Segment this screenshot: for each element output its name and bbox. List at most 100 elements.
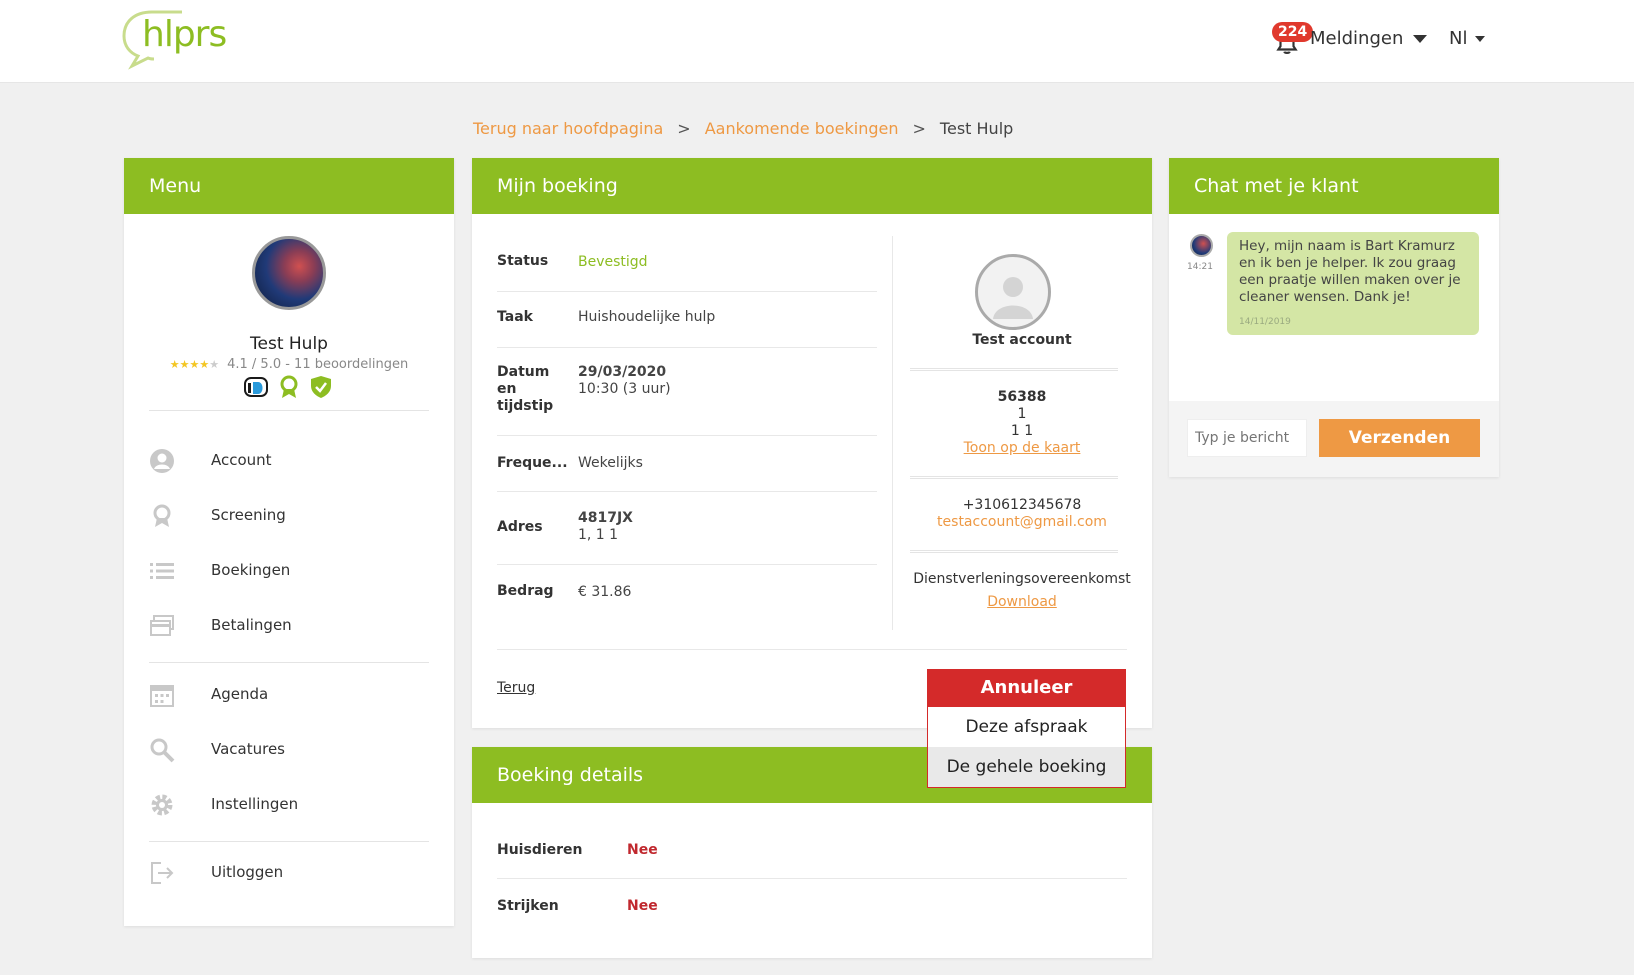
- search-icon: [150, 738, 175, 763]
- details-row-ironing: Strijken Nee: [497, 879, 1127, 935]
- customer-phone: +310612345678: [962, 497, 1082, 513]
- customer-email[interactable]: testaccount@gmail.com: [937, 514, 1107, 530]
- breadcrumb-upcoming-link[interactable]: Aankomende boekingen: [705, 119, 899, 138]
- rating-stars-icon: ★★★★★: [169, 358, 220, 371]
- ideal-id-icon: [244, 377, 268, 397]
- details-row-pets: Huisdieren Nee: [497, 823, 1127, 879]
- row-key: Huisdieren: [497, 842, 583, 858]
- chat-messages: 14:21 Hey, mijn naam is Bart Kramurz en …: [1169, 214, 1499, 401]
- booking-row-status: Status Bevestigd: [497, 236, 877, 292]
- award-badge-icon: [280, 375, 298, 398]
- rating-text: 4.1 / 5.0 - 11 beoordelingen: [227, 357, 409, 372]
- notification-count-badge: 224: [1272, 22, 1314, 42]
- map-link-wrap: Toon op de kaart: [912, 440, 1132, 456]
- map-link[interactable]: Toon op de kaart: [964, 440, 1081, 456]
- menu-card: Menu Test Hulp ★★★★★ 4.1 / 5.0 - 11 beoor…: [124, 158, 454, 926]
- chevron-down-icon: [1475, 36, 1486, 42]
- row-key: Freque...: [497, 455, 568, 471]
- award-icon: [153, 504, 171, 527]
- sidebar-item-agenda[interactable]: Agenda: [149, 680, 429, 710]
- logo[interactable]: hlprs: [122, 8, 232, 70]
- sidebar-item-vacatures[interactable]: Vacatures: [149, 735, 429, 765]
- credit-card-icon: [150, 615, 174, 636]
- sidebar-item-instellingen[interactable]: Instellingen: [149, 790, 429, 820]
- avatar: [1190, 234, 1213, 257]
- cancel-button[interactable]: Annuleer: [927, 669, 1126, 707]
- row-value: Huishoudelijke hulp: [578, 309, 716, 325]
- address-postcode: 4817JX: [578, 510, 633, 526]
- send-button[interactable]: Verzenden: [1319, 419, 1480, 457]
- row-key: Datum en tijdstip: [497, 364, 554, 414]
- gear-icon: [151, 794, 173, 816]
- booking-row-datetime: Datum en tijdstip 29/03/2020 10:30 (3 uu…: [497, 348, 877, 436]
- row-key: Bedrag: [497, 583, 554, 599]
- agreement-label: Dienstverleningsovereenkomst: [913, 571, 1131, 587]
- chat-compose: Verzenden: [1169, 401, 1499, 477]
- sidebar-item-uitloggen[interactable]: Uitloggen: [149, 858, 429, 888]
- language-selector[interactable]: Nl: [1449, 28, 1486, 49]
- booking-card: Mijn boeking Status Bevestigd Taak Huish…: [472, 158, 1152, 728]
- section-divider: [910, 476, 1118, 479]
- date-value: 29/03/2020: [578, 364, 667, 380]
- customer-address-line: 1 1: [1010, 423, 1034, 439]
- footer-divider: [497, 649, 1127, 650]
- shield-check-icon: [311, 376, 331, 398]
- sidebar-item-boekingen[interactable]: Boekingen: [149, 556, 429, 586]
- profile-rating: ★★★★★ 4.1 / 5.0 - 11 beoordelingen: [124, 357, 454, 372]
- breadcrumb-separator: >: [677, 119, 691, 138]
- chevron-down-icon: [1413, 35, 1428, 43]
- sidebar-item-account[interactable]: Account: [149, 446, 429, 476]
- chat-title: Chat met je klant: [1169, 158, 1499, 214]
- customer-address-line: 1: [1017, 406, 1027, 422]
- sidebar-item-screening[interactable]: Screening: [149, 501, 429, 531]
- breadcrumb: Terug naar hoofdpagina > Aankomende boekin…: [473, 119, 1013, 138]
- row-value: Nee: [627, 842, 658, 858]
- message-text: Hey, mijn naam is Bart Kramurz en ik ben…: [1239, 238, 1461, 305]
- row-key: Strijken: [497, 898, 559, 914]
- calendar-icon: [150, 685, 174, 707]
- sidebar-item-label: Betalingen: [211, 616, 292, 634]
- section-divider: [910, 550, 1118, 553]
- user-circle-icon: [150, 449, 174, 473]
- row-key: Status: [497, 253, 549, 269]
- avatar[interactable]: [252, 236, 326, 310]
- sidebar-item-label: Boekingen: [211, 561, 291, 579]
- row-key: Adres: [497, 519, 543, 535]
- cancel-entire-booking-option[interactable]: De gehele boeking: [928, 747, 1125, 787]
- booking-row-amount: Bedrag € 31.86: [497, 565, 877, 621]
- sidebar-item-label: Instellingen: [211, 795, 299, 813]
- menu-divider: [149, 662, 429, 663]
- time-value: 10:30 (3 uur): [578, 381, 671, 397]
- menu-divider: [149, 410, 429, 411]
- language-label: Nl: [1449, 28, 1468, 49]
- customer-avatar: [975, 254, 1051, 330]
- chat-card: Chat met je klant 14:21 Hey, mijn naam i…: [1169, 158, 1499, 477]
- sidebar-item-label: Screening: [211, 506, 286, 524]
- message-bubble: Hey, mijn naam is Bart Kramurz en ik ben…: [1227, 232, 1479, 335]
- logout-icon: [151, 862, 174, 884]
- sidebar-item-label: Agenda: [211, 685, 269, 703]
- menu-title: Menu: [124, 158, 454, 214]
- breadcrumb-separator: >: [912, 119, 926, 138]
- sidebar-item-label: Account: [211, 451, 272, 469]
- customer-postcode: 56388: [997, 389, 1047, 405]
- menu-divider: [149, 841, 429, 842]
- download-wrap: Download: [912, 594, 1132, 610]
- top-bar: hlprs 224 Meldingen Nl: [0, 0, 1634, 83]
- customer-name: Test account: [972, 332, 1072, 348]
- cancel-this-appointment-option[interactable]: Deze afspraak: [928, 707, 1125, 747]
- cancel-dropdown: Deze afspraak De gehele boeking: [927, 707, 1126, 788]
- row-value: Nee: [627, 898, 658, 914]
- chat-message-input[interactable]: [1187, 419, 1307, 457]
- row-key: Taak: [497, 309, 533, 325]
- notifications-label: Meldingen: [1310, 28, 1428, 49]
- back-link[interactable]: Terug: [497, 680, 535, 696]
- download-link[interactable]: Download: [987, 594, 1057, 610]
- booking-row-address: Adres 4817JX 1, 1 1: [497, 492, 877, 565]
- sidebar-item-label: Uitloggen: [211, 863, 284, 881]
- breadcrumb-home-link[interactable]: Terug naar hoofdpagina: [473, 119, 663, 138]
- profile-badges: [244, 374, 344, 400]
- user-placeholder-icon: [993, 277, 1033, 319]
- sidebar-item-label: Vacatures: [211, 740, 285, 758]
- sidebar-item-betalingen[interactable]: Betalingen: [149, 611, 429, 641]
